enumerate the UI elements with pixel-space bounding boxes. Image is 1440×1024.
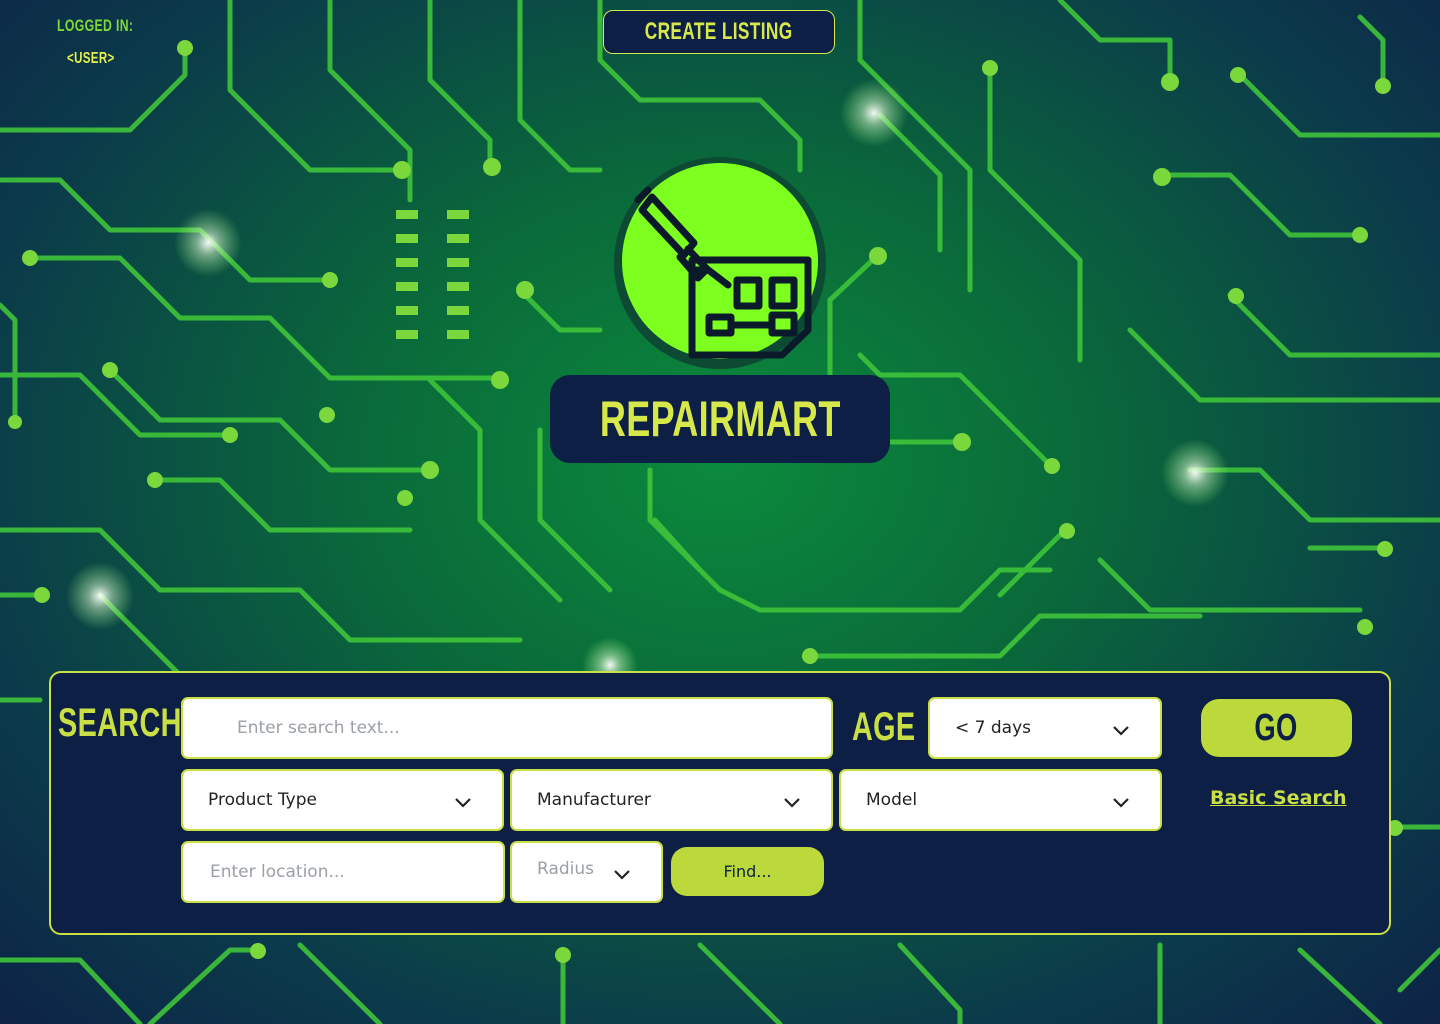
create-listing-button[interactable]: CREATE LISTING — [603, 10, 835, 54]
age-label: AGE — [852, 705, 940, 750]
product-type-select[interactable]: Product Type — [181, 769, 504, 831]
manufacturer-select[interactable]: Manufacturer — [510, 769, 833, 831]
go-button-label: GO — [1254, 706, 1299, 749]
chevron-down-icon — [784, 798, 800, 808]
location-input-field[interactable] — [181, 841, 505, 903]
brand-name-banner: REPAIRMART — [550, 375, 890, 463]
chevron-down-icon — [1113, 798, 1129, 808]
chevron-down-icon — [1113, 726, 1129, 736]
user-link-text: <USER> — [67, 50, 115, 67]
model-value: Model — [866, 790, 918, 810]
chevron-down-icon — [614, 870, 630, 880]
search-label-text: SEARCH — [58, 701, 182, 745]
age-label-text: AGE — [852, 705, 916, 749]
age-select-value: < 7 days — [955, 718, 1031, 738]
go-button[interactable]: GO — [1201, 699, 1352, 757]
radius-value: Radius — [537, 859, 595, 879]
radius-select[interactable]: Radius — [510, 841, 663, 903]
model-select[interactable]: Model — [839, 769, 1162, 831]
brand-name: REPAIRMART — [599, 391, 841, 447]
search-input-field[interactable] — [181, 697, 833, 759]
product-type-value: Product Type — [208, 790, 317, 810]
logged-in-text: LOGGED IN: — [57, 16, 134, 35]
location-input[interactable] — [208, 861, 503, 883]
find-button-label: Find... — [723, 862, 772, 881]
age-select[interactable]: < 7 days — [928, 697, 1162, 759]
soldering-iron-circuit-board-icon — [614, 157, 826, 369]
manufacturer-value: Manufacturer — [537, 790, 651, 810]
logged-in-label: LOGGED IN: — [57, 16, 163, 36]
basic-search-link[interactable]: Basic Search — [1210, 787, 1347, 809]
create-listing-label: CREATE LISTING — [645, 18, 793, 45]
user-link[interactable]: <USER> — [67, 50, 133, 68]
search-input[interactable] — [235, 717, 831, 739]
chevron-down-icon — [455, 798, 471, 808]
find-button[interactable]: Find... — [671, 847, 824, 896]
